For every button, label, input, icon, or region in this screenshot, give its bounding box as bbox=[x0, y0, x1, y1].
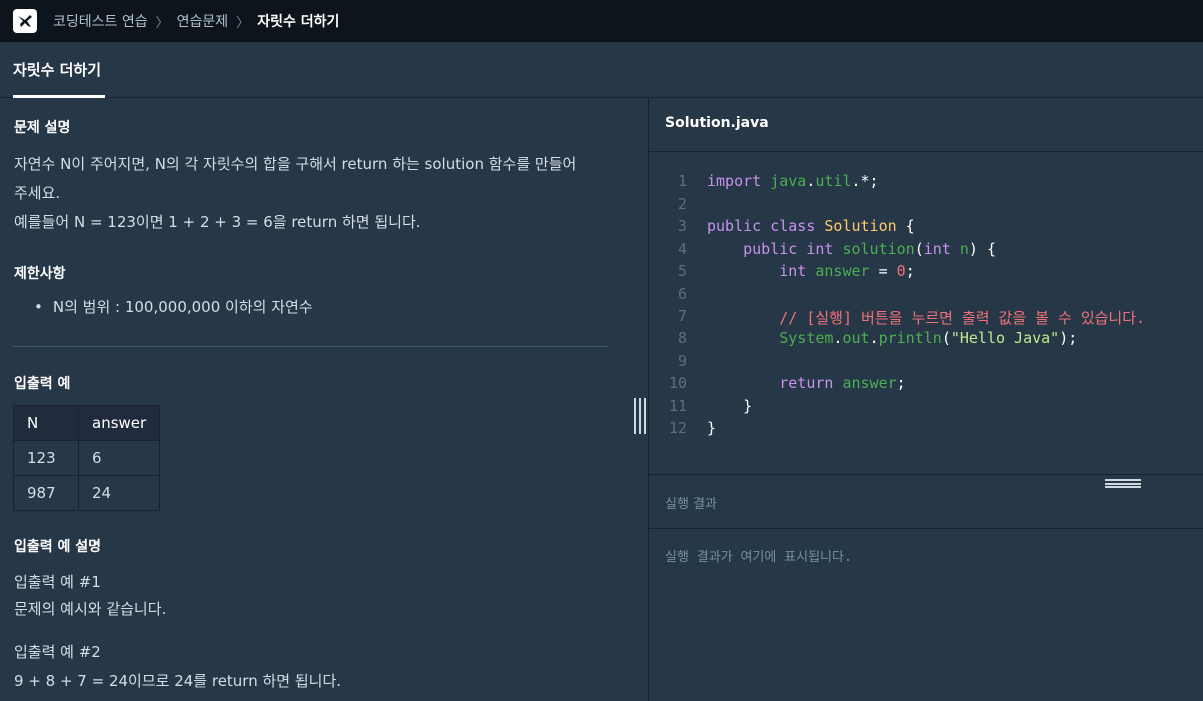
line-number: 5 bbox=[677, 262, 687, 280]
table-header-row: N answer bbox=[13, 405, 161, 441]
tab-problem[interactable]: 자릿수 더하기 bbox=[13, 42, 101, 97]
io-example-table: N answer 123 6 987 24 bbox=[13, 405, 161, 511]
tab-bar: 자릿수 더하기 bbox=[0, 42, 1203, 98]
breadcrumb-practice[interactable]: 연습문제 bbox=[177, 11, 229, 31]
table-row: 987 24 bbox=[13, 475, 161, 511]
result-resize-handle[interactable] bbox=[1105, 479, 1141, 488]
description-line-2: 주세요. bbox=[14, 184, 61, 202]
line-number: 7 bbox=[677, 307, 687, 325]
table-row: 123 6 bbox=[13, 440, 161, 476]
result-header: 실행 결과 bbox=[649, 474, 1203, 529]
editor-header: Solution.java bbox=[649, 98, 1203, 152]
result-title: 실행 결과 bbox=[665, 497, 717, 512]
table-cell: 123 bbox=[13, 440, 79, 476]
line-number: 1 bbox=[677, 172, 687, 190]
table-header-n: N bbox=[13, 405, 79, 441]
editor-panel: Solution.java 1 2 3 4 5 6 7 8 9 10 11 12… bbox=[649, 98, 1203, 701]
code-editor[interactable]: 1 2 3 4 5 6 7 8 9 10 11 12 import java.u… bbox=[649, 152, 1203, 473]
line-number: 6 bbox=[677, 285, 687, 303]
code-line: // [실행] 버튼을 누르면 출력 값을 볼 수 있습니다. bbox=[779, 309, 1146, 327]
chevron-right-icon: 〉 bbox=[236, 15, 250, 31]
example-2-text: 9 + 8 + 7 = 24이므로 24를 return 하면 됩니다. bbox=[14, 672, 342, 690]
constraint-text: N의 범위 : 100,000,000 이하의 자연수 bbox=[52, 298, 313, 316]
top-nav-bar: 코딩테스트 연습 〉 연습문제 〉 자릿수 더하기 bbox=[0, 0, 1203, 42]
constraint-item: • N의 범위 : 100,000,000 이하의 자연수 bbox=[34, 293, 313, 322]
description-line-3: 예를들어 N = 123이면 1 + 2 + 3 = 6을 return 하면 … bbox=[14, 213, 421, 231]
line-number: 11 bbox=[668, 397, 687, 415]
line-number: 4 bbox=[677, 240, 687, 258]
code-line: } bbox=[707, 397, 753, 415]
section-divider bbox=[13, 346, 609, 347]
code-line: import java.util.*; bbox=[707, 172, 879, 190]
code-line: int answer = 0; bbox=[779, 262, 915, 280]
line-number: 9 bbox=[677, 352, 687, 370]
table-cell: 987 bbox=[13, 475, 79, 511]
code-line: return answer; bbox=[779, 374, 906, 392]
table-cell: 6 bbox=[77, 440, 161, 476]
breadcrumb-coding-test[interactable]: 코딩테스트 연습 bbox=[53, 11, 148, 31]
result-output: 실행 결과가 여기에 표시됩니다. bbox=[665, 550, 852, 565]
section-title-constraints: 제한사항 bbox=[14, 266, 66, 282]
line-number: 2 bbox=[677, 195, 687, 213]
section-title-description: 문제 설명 bbox=[14, 120, 71, 136]
programmers-logo-icon[interactable] bbox=[13, 9, 37, 33]
panel-resize-handle[interactable] bbox=[634, 398, 646, 434]
line-number: 8 bbox=[677, 329, 687, 347]
chevron-right-icon: 〉 bbox=[155, 15, 169, 31]
line-number: 3 bbox=[677, 217, 687, 235]
code-line: public class Solution { bbox=[707, 217, 915, 235]
problem-panel: 문제 설명 자연수 N이 주어지면, N의 각 자릿수의 합을 구해서 retu… bbox=[0, 98, 627, 701]
section-title-io-example: 입출력 예 bbox=[14, 376, 71, 392]
description-line-1: 자연수 N이 주어지면, N의 각 자릿수의 합을 구해서 return 하는 … bbox=[14, 155, 577, 173]
bullet-icon: • bbox=[34, 298, 43, 316]
code-line: public int solution(int n) { bbox=[743, 240, 996, 258]
breadcrumb-current: 자릿수 더하기 bbox=[257, 14, 340, 30]
file-name: Solution.java bbox=[665, 115, 769, 131]
code-line: System.out.println("Hello Java"); bbox=[779, 329, 1078, 347]
line-number: 10 bbox=[668, 374, 687, 392]
table-header-answer: answer bbox=[77, 405, 161, 441]
breadcrumb: 코딩테스트 연습 〉 연습문제 〉 자릿수 더하기 bbox=[53, 11, 339, 31]
example-1-text: 문제의 예시와 같습니다. bbox=[14, 600, 167, 618]
table-cell: 24 bbox=[77, 475, 161, 511]
code-line: } bbox=[707, 419, 717, 437]
example-1-title: 입출력 예 #1 bbox=[14, 573, 101, 591]
example-2-title: 입출력 예 #2 bbox=[14, 643, 101, 661]
line-number: 12 bbox=[668, 419, 687, 437]
section-title-io-explanation: 입출력 예 설명 bbox=[14, 539, 102, 555]
